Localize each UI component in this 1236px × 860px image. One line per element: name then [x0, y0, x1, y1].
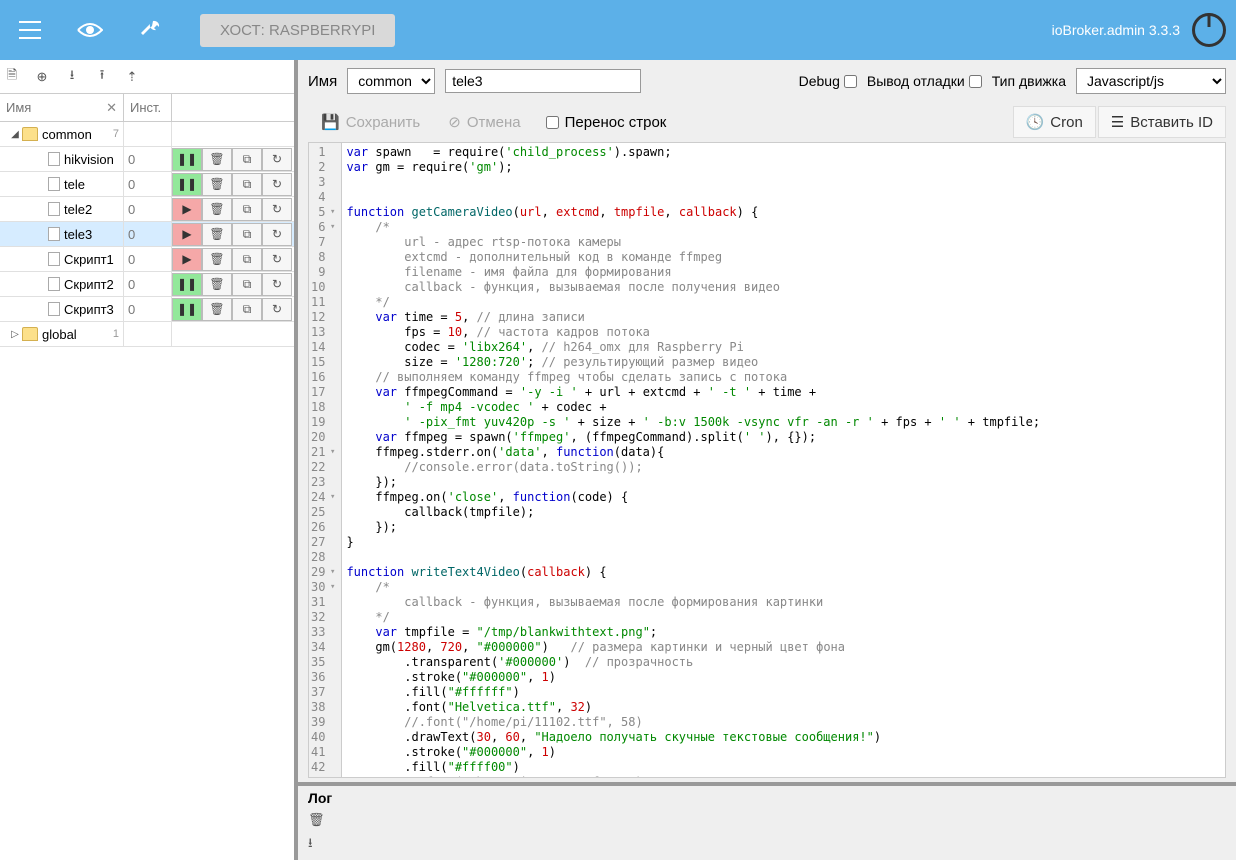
delete-icon[interactable]: 🗑	[202, 298, 232, 321]
editor-toolbar: 💾Сохранить ⊘Отмена Перенос строк 🕓Cron ☰…	[298, 102, 1236, 142]
pause-button[interactable]: ❚❚	[172, 298, 202, 321]
output-checkbox-label: Вывод отладки	[867, 73, 982, 89]
sidebar: 🗎 ⊕ ⭳ ⭱ ⇡ ✕ ◢common7 hikvision 0 ❚❚ 🗑 ⧉ …	[0, 60, 298, 860]
host-label[interactable]: ХОСТ: RASPBERRYPI	[200, 14, 395, 47]
brand-icon	[1192, 13, 1226, 47]
delete-icon[interactable]: 🗑	[202, 223, 232, 246]
version-label: ioBroker.admin 3.3.3	[1052, 22, 1180, 38]
new-folder-icon[interactable]: ⊕	[34, 69, 50, 85]
pause-button[interactable]: ❚❚	[172, 273, 202, 296]
code-editor[interactable]: 12345▾6▾789101112131415161718192021▾2223…	[308, 142, 1226, 778]
tree-script[interactable]: tele2 0 ▶ 🗑 ⧉ ↻	[0, 197, 294, 222]
eye-icon[interactable]	[70, 10, 110, 50]
editor-pane: Имя common Debug Вывод отладки Тип движк…	[298, 60, 1236, 860]
cancel-icon: ⊘	[448, 113, 461, 131]
wrench-icon[interactable]	[130, 10, 170, 50]
tree-script[interactable]: Скрипт2 0 ❚❚ 🗑 ⧉ ↻	[0, 272, 294, 297]
tree-script[interactable]: tele 0 ❚❚ 🗑 ⧉ ↻	[0, 172, 294, 197]
reload-icon[interactable]: ↻	[262, 173, 292, 196]
top-bar: ХОСТ: RASPBERRYPI ioBroker.admin 3.3.3	[0, 0, 1236, 60]
script-tree: ◢common7 hikvision 0 ❚❚ 🗑 ⧉ ↻ tele 0 ❚❚ …	[0, 122, 294, 347]
tree-script[interactable]: Скрипт3 0 ❚❚ 🗑 ⧉ ↻	[0, 297, 294, 322]
filter-inst-input[interactable]	[124, 94, 171, 121]
name-label: Имя	[308, 73, 337, 90]
script-name-input[interactable]	[445, 69, 641, 93]
line-gutter: 12345▾6▾789101112131415161718192021▾2223…	[309, 143, 342, 777]
tree-script[interactable]: tele3 0 ▶ 🗑 ⧉ ↻	[0, 222, 294, 247]
log-panel: Лог 🗑 ⭳	[298, 782, 1236, 860]
delete-icon[interactable]: 🗑	[202, 148, 232, 171]
copy-icon[interactable]: ⧉	[232, 273, 262, 296]
clear-filter-icon[interactable]: ✕	[100, 100, 123, 116]
debug-checkbox-label: Debug	[799, 73, 857, 89]
engine-select[interactable]: Javascript/js	[1076, 68, 1226, 94]
disk-icon: 💾	[321, 113, 340, 131]
save-button[interactable]: 💾Сохранить	[308, 106, 433, 138]
sidebar-toolbar: 🗎 ⊕ ⭳ ⭱ ⇡	[0, 60, 294, 94]
new-file-icon[interactable]: 🗎	[4, 69, 20, 85]
import-icon[interactable]: ⭱	[94, 69, 110, 85]
filter-name-input[interactable]	[0, 94, 100, 121]
copy-icon[interactable]: ⧉	[232, 173, 262, 196]
log-title: Лог	[308, 790, 1226, 806]
reload-icon[interactable]: ↻	[262, 273, 292, 296]
delete-icon[interactable]: 🗑	[202, 248, 232, 271]
editor-header: Имя common Debug Вывод отладки Тип движк…	[298, 60, 1236, 102]
pause-button[interactable]: ❚❚	[172, 148, 202, 171]
download-icon[interactable]: ⭳	[64, 69, 80, 85]
tree-script[interactable]: Скрипт1 0 ▶ 🗑 ⧉ ↻	[0, 247, 294, 272]
reload-icon[interactable]: ↻	[262, 248, 292, 271]
reload-icon[interactable]: ↻	[262, 223, 292, 246]
engine-label: Тип движка	[992, 73, 1066, 89]
wrap-checkbox[interactable]	[546, 116, 559, 129]
filter-row: ✕	[0, 94, 294, 122]
play-button[interactable]: ▶	[172, 248, 202, 271]
copy-icon[interactable]: ⧉	[232, 148, 262, 171]
upload-icon[interactable]: ⇡	[124, 69, 140, 85]
cron-button[interactable]: 🕓Cron	[1013, 106, 1096, 138]
delete-icon[interactable]: 🗑	[202, 198, 232, 221]
code-area[interactable]: var spawn = require('child_process').spa…	[342, 143, 1225, 777]
copy-icon[interactable]: ⧉	[232, 248, 262, 271]
log-trash-icon[interactable]: 🗑	[308, 812, 1226, 828]
wrap-checkbox-label: Перенос строк	[546, 114, 667, 131]
insert-id-button[interactable]: ☰Вставить ID	[1098, 106, 1226, 138]
clock-icon: 🕓	[1026, 113, 1045, 131]
output-checkbox[interactable]	[969, 75, 982, 88]
copy-icon[interactable]: ⧉	[232, 223, 262, 246]
pause-button[interactable]: ❚❚	[172, 173, 202, 196]
copy-icon[interactable]: ⧉	[232, 198, 262, 221]
delete-icon[interactable]: 🗑	[202, 273, 232, 296]
menu-icon[interactable]	[10, 10, 50, 50]
list-icon: ☰	[1111, 113, 1124, 131]
play-button[interactable]: ▶	[172, 198, 202, 221]
tree-folder[interactable]: ▷global1	[0, 322, 294, 347]
copy-icon[interactable]: ⧉	[232, 298, 262, 321]
reload-icon[interactable]: ↻	[262, 148, 292, 171]
debug-checkbox[interactable]	[844, 75, 857, 88]
reload-icon[interactable]: ↻	[262, 198, 292, 221]
tree-folder[interactable]: ◢common7	[0, 122, 294, 147]
play-button[interactable]: ▶	[172, 223, 202, 246]
reload-icon[interactable]: ↻	[262, 298, 292, 321]
log-download-icon[interactable]: ⭳	[308, 834, 1226, 856]
group-select[interactable]: common	[347, 68, 435, 94]
cancel-button[interactable]: ⊘Отмена	[435, 106, 533, 138]
tree-script[interactable]: hikvision 0 ❚❚ 🗑 ⧉ ↻	[0, 147, 294, 172]
delete-icon[interactable]: 🗑	[202, 173, 232, 196]
